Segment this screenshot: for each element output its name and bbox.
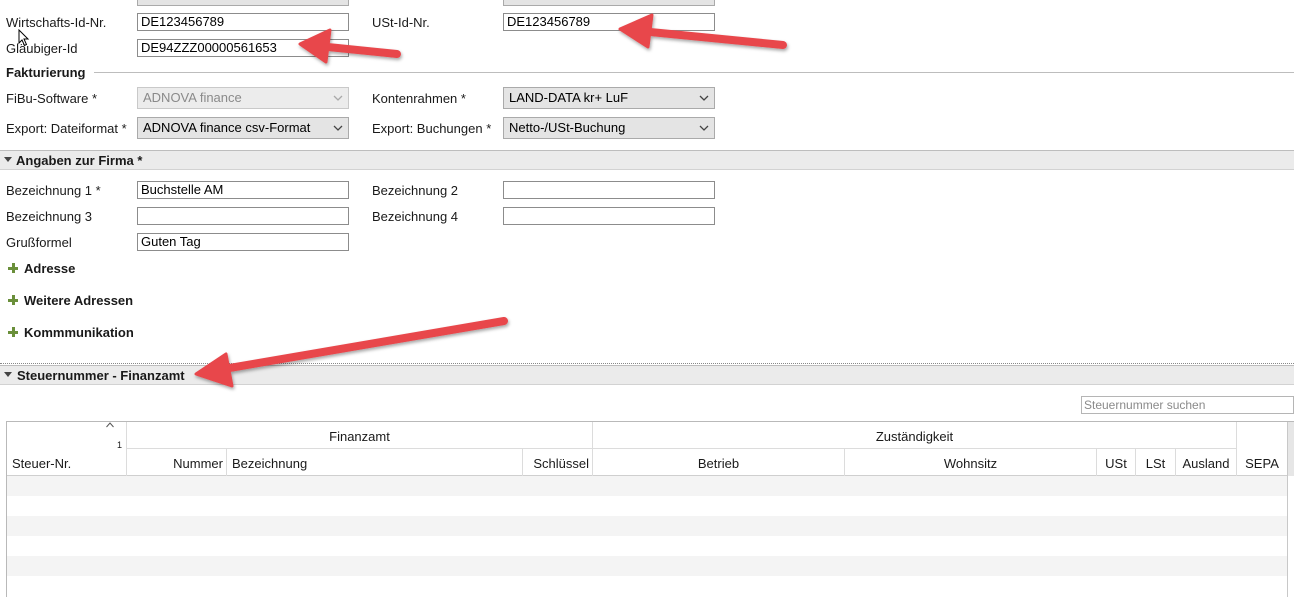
red-arrow-icon <box>194 317 508 388</box>
annotation-arrows <box>194 13 787 388</box>
red-arrow-icon <box>298 28 401 64</box>
red-arrow-icon <box>618 13 787 49</box>
